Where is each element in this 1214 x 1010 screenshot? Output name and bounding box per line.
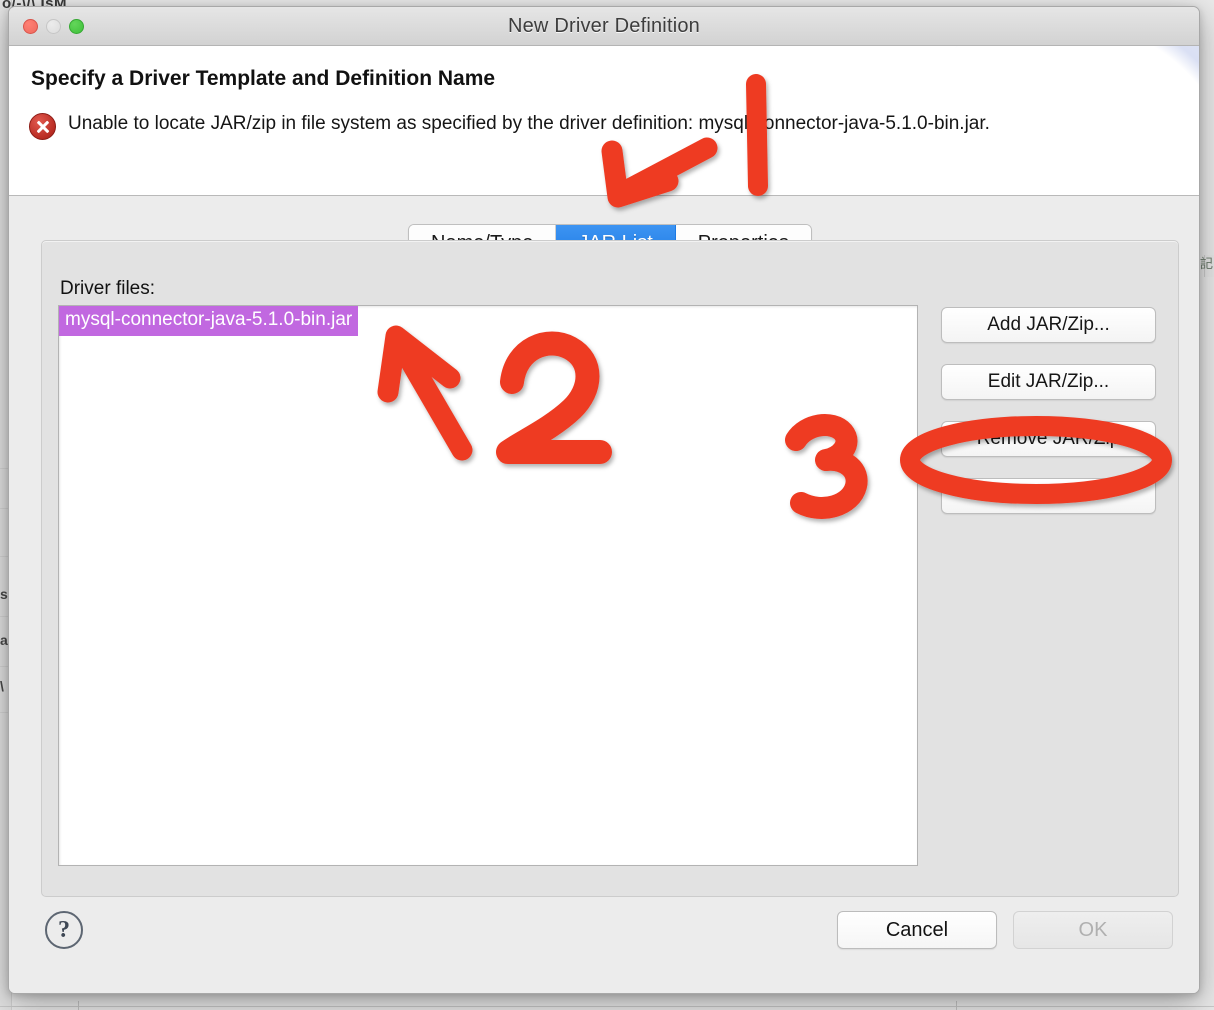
new-driver-definition-dialog: New Driver Definition Specify a Driver T… <box>8 6 1200 994</box>
edit-jar-zip-button[interactable]: Edit JAR/Zip... <box>941 364 1156 400</box>
backdrop-right-glyph: 記 <box>1199 256 1213 271</box>
jar-actions-column: Add JAR/Zip... Edit JAR/Zip... Remove JA… <box>941 307 1156 514</box>
driver-files-label: Driver files: <box>60 278 156 299</box>
driver-files-list[interactable]: mysql-connector-java-5.1.0-bin.jar <box>58 305 918 866</box>
backdrop-text-fragment: \ <box>0 678 4 694</box>
list-item[interactable]: mysql-connector-java-5.1.0-bin.jar <box>59 306 359 336</box>
maximize-button[interactable] <box>69 19 84 34</box>
page-title: Specify a Driver Template and Definition… <box>31 67 496 90</box>
footer-button-group: Cancel OK <box>837 911 1173 949</box>
add-jar-zip-button[interactable]: Add JAR/Zip... <box>941 307 1156 343</box>
tab-folder: Name/Type JAR List Properties Driver fil… <box>41 220 1179 897</box>
backdrop-text-fragment: s <box>0 586 8 602</box>
window-controls[interactable] <box>23 19 84 34</box>
error-icon <box>29 113 56 140</box>
window-titlebar: New Driver Definition <box>9 7 1199 46</box>
dialog-footer: ? Cancel OK <box>9 897 1199 993</box>
window-title: New Driver Definition <box>507 14 701 37</box>
backdrop-bottom-tick <box>956 1001 957 1010</box>
help-icon[interactable]: ? <box>45 911 83 949</box>
backdrop-bottom-tick <box>78 1001 79 1010</box>
ok-button: OK <box>1013 911 1173 949</box>
backdrop-bottom-rule <box>0 1006 1214 1007</box>
minimize-button[interactable] <box>46 19 61 34</box>
close-button[interactable] <box>23 19 38 34</box>
status-message: Unable to locate JAR/zip in file system … <box>68 113 990 134</box>
clear-all-button[interactable]: Clear All <box>941 478 1156 514</box>
cancel-button[interactable]: Cancel <box>837 911 997 949</box>
jar-list-panel: Driver files: mysql-connector-java-5.1.0… <box>41 240 1179 897</box>
status-message-row: Unable to locate JAR/zip in file system … <box>29 110 1079 140</box>
wizard-banner: Specify a Driver Template and Definition… <box>9 46 1199 196</box>
backdrop-text-fragment: a <box>0 632 8 648</box>
remove-jar-zip-button[interactable]: Remove JAR/Zip <box>941 421 1156 457</box>
backdrop-right-chip: 記 <box>1200 255 1214 277</box>
dialog-content: Name/Type JAR List Properties Driver fil… <box>9 196 1199 993</box>
